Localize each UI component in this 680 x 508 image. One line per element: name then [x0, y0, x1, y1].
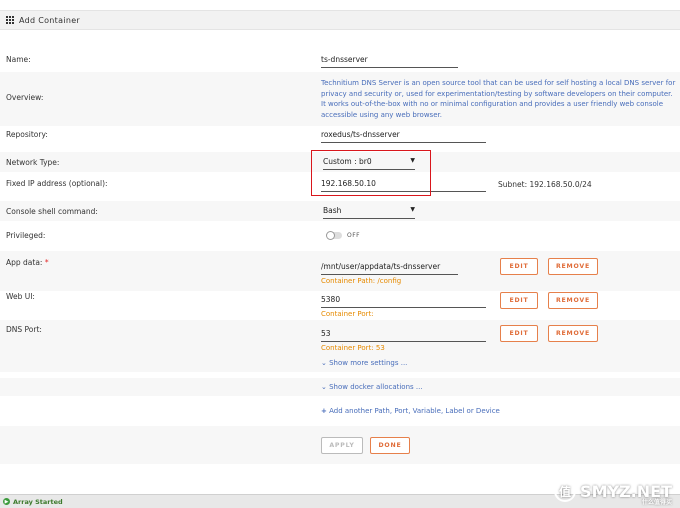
watermark-logo: 值	[554, 480, 577, 502]
web-ui-input[interactable]: 5380	[321, 295, 486, 308]
add-another-link[interactable]: + Add another Path, Port, Variable, Labe…	[321, 407, 500, 415]
chevron-down-icon: ⌄	[321, 383, 327, 391]
name-label: Name:	[6, 55, 31, 64]
add-another-text: Add another Path, Port, Variable, Label …	[329, 407, 500, 415]
console-shell-select[interactable]: Bash ▼	[323, 206, 415, 219]
dns-port-hint: Container Port: 53	[321, 344, 385, 352]
overview-label: Overview:	[6, 93, 44, 102]
highlight-box	[311, 150, 431, 196]
fixed-ip-label: Fixed IP address (optional):	[6, 179, 108, 188]
console-label: Console shell command:	[6, 207, 98, 216]
privileged-toggle[interactable]	[326, 231, 342, 240]
apply-button[interactable]: APPLY	[321, 437, 363, 454]
toggle-knob	[326, 231, 335, 240]
app-data-label-text: App data:	[6, 258, 43, 267]
overview-text: Technitium DNS Server is an open source …	[321, 79, 676, 119]
show-more-settings-link[interactable]: ⌄ Show more settings ...	[321, 359, 407, 367]
play-icon: ▶	[3, 498, 10, 505]
page-header: Add Container	[0, 10, 680, 30]
app-data-edit-button[interactable]: EDIT	[500, 258, 538, 275]
watermark: 值 SMYZ.NET 什么值得买	[554, 480, 672, 506]
watermark-sub: 什么值得买	[641, 499, 672, 506]
repository-input[interactable]: roxedus/ts-dnsserver	[321, 130, 486, 143]
app-data-label: App data: *	[6, 258, 49, 267]
chevron-down-icon: ▼	[410, 206, 415, 213]
repository-label: Repository:	[6, 130, 48, 139]
grid-icon	[6, 16, 14, 24]
name-input[interactable]: ts-dnsserver	[321, 55, 458, 68]
network-type-label: Network Type:	[6, 158, 60, 167]
web-ui-label: Web UI:	[6, 292, 35, 301]
required-mark: *	[44, 258, 49, 267]
subnet-text: Subnet: 192.168.50.0/24	[498, 180, 592, 189]
console-shell-value: Bash	[323, 206, 342, 215]
page-title: Add Container	[19, 15, 81, 25]
privileged-label: Privileged:	[6, 231, 46, 240]
show-docker-allocations-link[interactable]: ⌄ Show docker allocations ...	[321, 383, 423, 391]
dns-port-input[interactable]: 53	[321, 329, 486, 342]
more-settings-text: Show more settings ...	[329, 359, 408, 367]
chevron-down-icon: ⌄	[321, 359, 327, 367]
docker-allocations-text: Show docker allocations ...	[329, 383, 423, 391]
privileged-state: OFF	[347, 232, 361, 239]
dns-port-edit-button[interactable]: EDIT	[500, 325, 538, 342]
done-button[interactable]: DONE	[370, 437, 410, 454]
app-data-remove-button[interactable]: REMOVE	[548, 258, 598, 275]
web-ui-remove-button[interactable]: REMOVE	[548, 292, 598, 309]
app-data-input[interactable]: /mnt/user/appdata/ts-dnsserver	[321, 262, 458, 275]
dns-port-label: DNS Port:	[6, 325, 42, 334]
plus-icon: +	[321, 407, 327, 415]
web-ui-edit-button[interactable]: EDIT	[500, 292, 538, 309]
web-ui-hint: Container Port:	[321, 310, 374, 318]
app-data-hint: Container Path: /config	[321, 277, 402, 285]
array-status: Array Started	[13, 497, 63, 506]
dns-port-remove-button[interactable]: REMOVE	[548, 325, 598, 342]
